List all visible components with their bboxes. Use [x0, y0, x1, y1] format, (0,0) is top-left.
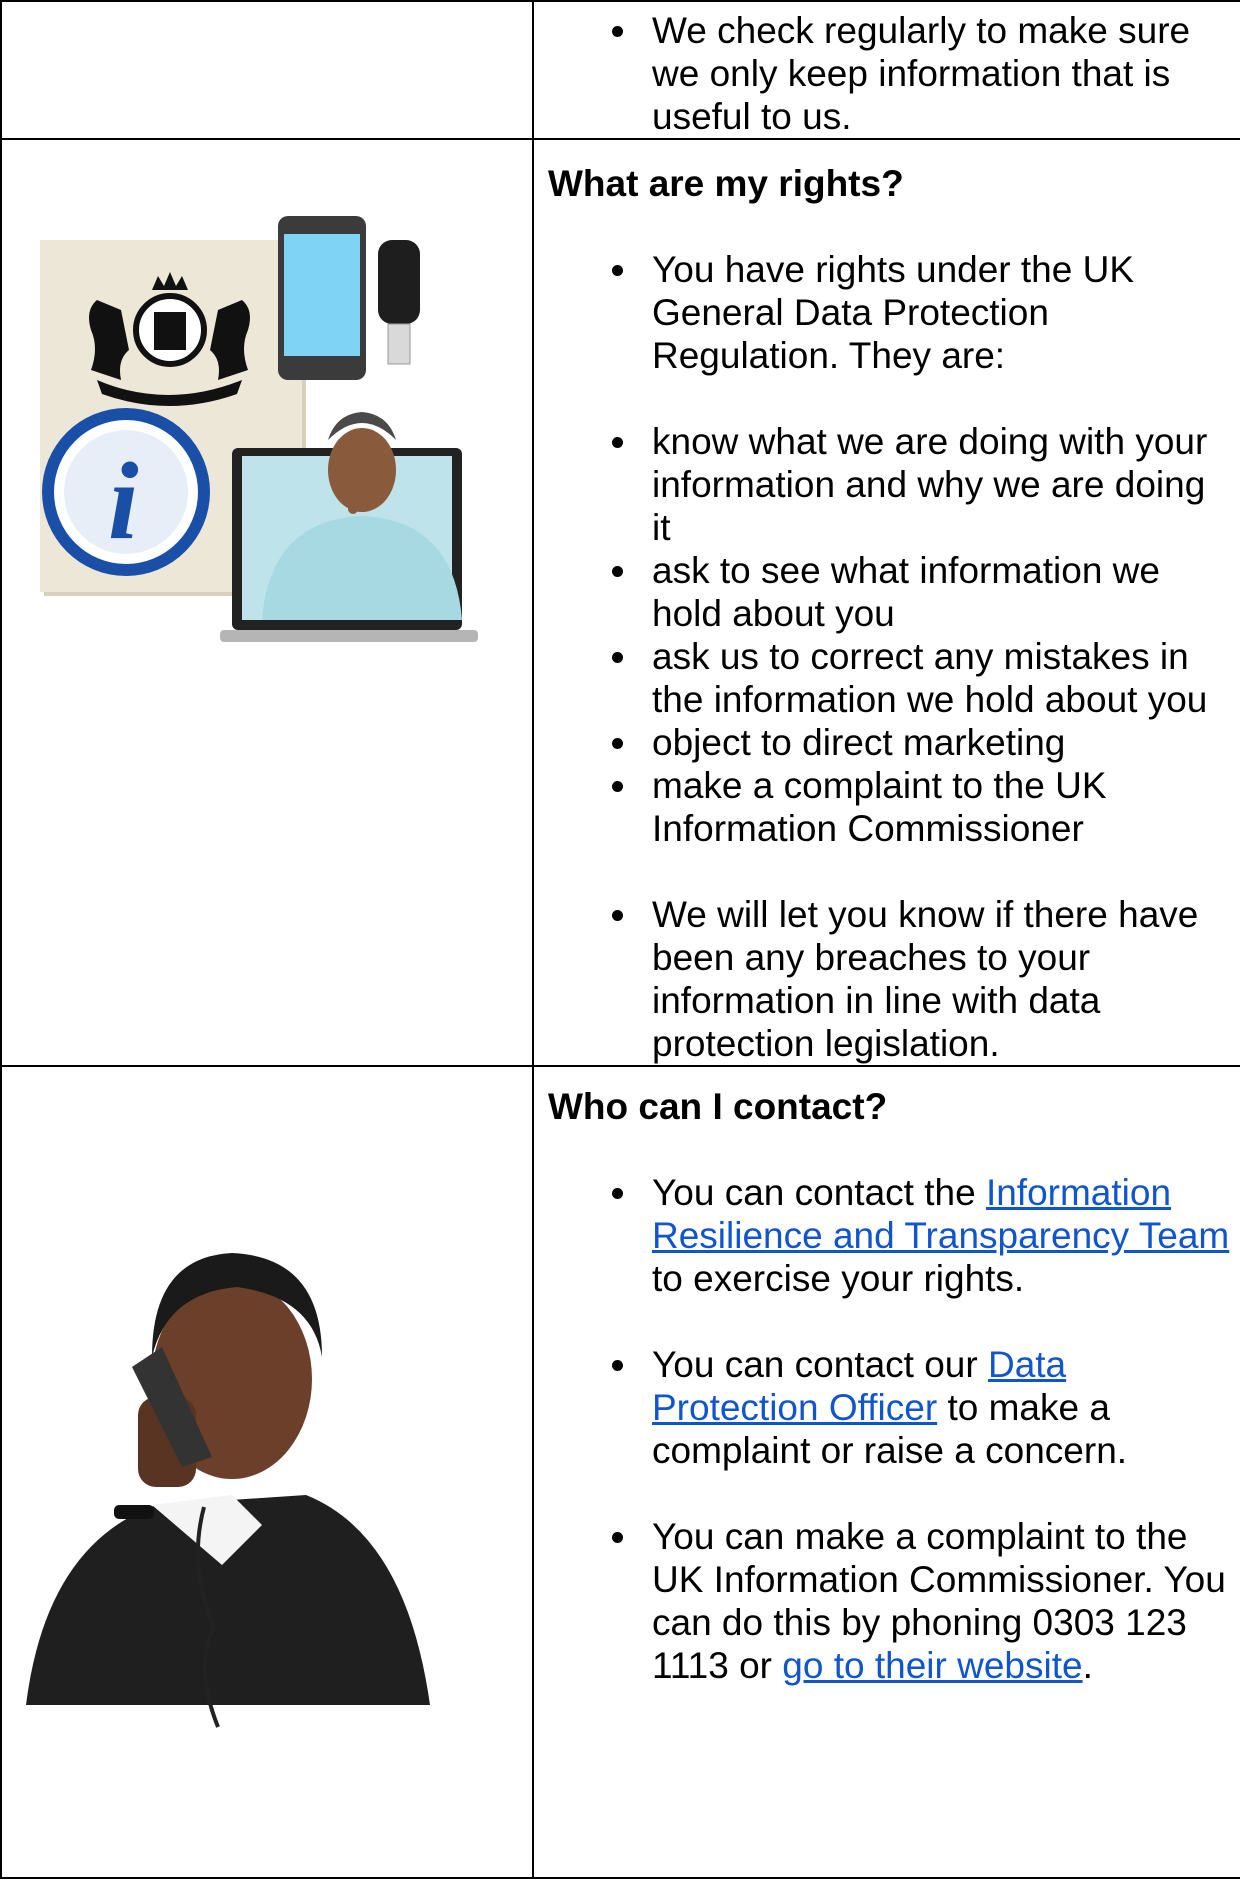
- contact-item-team: You can contact the Information Resilien…: [612, 1171, 1232, 1300]
- row-contact: Who can I contact? You can contact the I…: [0, 1065, 1240, 1879]
- rights-illustration: i: [40, 216, 478, 642]
- right-item: know what we are doing with your informa…: [612, 420, 1232, 549]
- contact-illustration: [26, 1253, 430, 1728]
- ico-website-link[interactable]: go to their website: [782, 1645, 1082, 1686]
- row-keep-info: We check regularly to make sure we only …: [0, 0, 1240, 140]
- row1-text-cell: We check regularly to make sure we only …: [532, 0, 1240, 140]
- rights-text-cell: What are my rights? You have rights unde…: [532, 138, 1240, 1067]
- row-rights: i What are my rights? You have rights un…: [0, 138, 1240, 1067]
- contact-item-dpo: You can contact our Data Protection Offi…: [612, 1343, 1232, 1472]
- breaches-bullet: We will let you know if there have been …: [612, 893, 1232, 1065]
- contact-image-cell: [0, 1065, 534, 1879]
- information-icon: i: [42, 408, 210, 576]
- right-item: object to direct marketing: [612, 721, 1232, 764]
- rights-heading: What are my rights?: [548, 163, 904, 204]
- contact-item-ico: You can make a complaint to the UK Infor…: [612, 1515, 1232, 1687]
- contact-heading: Who can I contact?: [548, 1086, 888, 1127]
- svg-text:i: i: [108, 440, 139, 562]
- right-item: make a complaint to the UK Information C…: [612, 764, 1232, 850]
- smartphone-icon: [278, 216, 366, 380]
- usb-stick-icon: [378, 240, 420, 365]
- row1-image-cell: [0, 0, 534, 140]
- right-item: ask us to correct any mistakes in the in…: [612, 635, 1232, 721]
- rights-image-cell: i: [0, 138, 534, 1067]
- contact-text-cell: Who can I contact? You can contact the I…: [532, 1065, 1240, 1879]
- right-item: ask to see what information we hold abou…: [612, 549, 1232, 635]
- easy-read-table: We check regularly to make sure we only …: [0, 0, 1240, 1879]
- bullet-check-regularly: We check regularly to make sure we only …: [612, 9, 1232, 138]
- person-on-phone-photo: [26, 1253, 430, 1728]
- rights-intro: You have rights under the UK General Dat…: [612, 248, 1232, 377]
